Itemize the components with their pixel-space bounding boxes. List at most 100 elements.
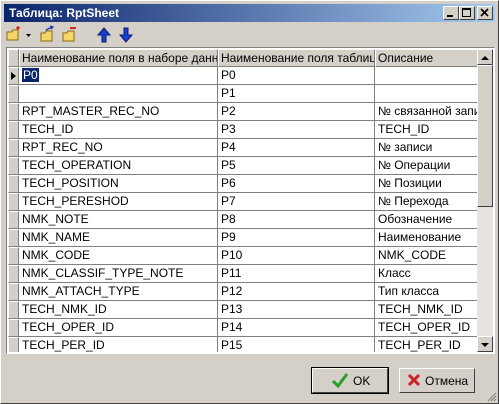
fields-grid[interactable]: Наименование поля в наборе данных Наимен… [6, 47, 495, 354]
cell-dataset-field[interactable] [19, 85, 218, 103]
cell-table-field[interactable]: P8 [218, 211, 375, 229]
cell-table-field[interactable]: P14 [218, 319, 375, 337]
cell-description[interactable]: TECH_ID [375, 121, 480, 139]
row-indicator [8, 121, 19, 139]
cell-dataset-field[interactable]: RPT_REC_NO [19, 139, 218, 157]
cell-dataset-field[interactable]: NMK_NOTE [19, 211, 218, 229]
move-up-icon [96, 27, 112, 43]
toolbar [4, 24, 495, 46]
table-row[interactable]: NMK_NOTE P8 Обозначение [8, 211, 480, 229]
scroll-up-button[interactable] [477, 49, 493, 65]
column-header-description[interactable]: Описание [375, 49, 480, 67]
row-indicator [8, 301, 19, 319]
cell-table-field[interactable]: P4 [218, 139, 375, 157]
cell-description[interactable]: TECH_NMK_ID [375, 301, 480, 319]
maximize-button[interactable] [459, 6, 475, 20]
cell-dataset-field[interactable]: NMK_NAME [19, 229, 218, 247]
cell-table-field[interactable]: P0 [218, 67, 375, 85]
table-row[interactable]: P0 P0 [8, 67, 480, 85]
cell-dataset-field[interactable]: TECH_ID [19, 121, 218, 139]
cancel-x-icon [407, 373, 421, 387]
move-up-button[interactable] [94, 25, 116, 45]
cell-dataset-field[interactable]: NMK_CODE [19, 247, 218, 265]
row-indicator [8, 67, 19, 85]
current-row-arrow-icon [11, 72, 16, 80]
cell-description[interactable] [375, 85, 480, 103]
cell-table-field[interactable]: P15 [218, 337, 375, 352]
scroll-down-arrow-icon [481, 343, 489, 347]
cell-table-field[interactable]: P11 [218, 265, 375, 283]
cell-description[interactable]: № записи [375, 139, 480, 157]
cell-description[interactable]: TECH_OPER_ID [375, 319, 480, 337]
cell-table-field[interactable]: P1 [218, 85, 375, 103]
table-row[interactable]: NMK_CODE P10 NMK_CODE [8, 247, 480, 265]
cell-dataset-field[interactable]: P0 [19, 67, 218, 85]
column-header-table-field[interactable]: Наименование поля таблицы [218, 49, 375, 67]
table-row[interactable]: NMK_ATTACH_TYPE P12 Тип класса [8, 283, 480, 301]
delete-fields-button[interactable] [60, 25, 82, 45]
row-indicator [8, 103, 19, 121]
table-row[interactable]: TECH_ID P3 TECH_ID [8, 121, 480, 139]
table-row[interactable]: TECH_POSITION P6 № Позиции [8, 175, 480, 193]
column-header-dataset-field[interactable]: Наименование поля в наборе данных [19, 49, 218, 67]
scroll-thumb[interactable] [477, 65, 493, 207]
minimize-button[interactable] [443, 6, 459, 20]
title-bar[interactable]: Таблица: RptSheet [4, 4, 495, 22]
table-row[interactable]: NMK_NAME P9 Наименование [8, 229, 480, 247]
cell-table-field[interactable]: P9 [218, 229, 375, 247]
ok-button-label: OK [353, 374, 371, 388]
cancel-button[interactable]: Отмена [399, 368, 475, 393]
cell-description[interactable]: Класс [375, 265, 480, 283]
cell-dataset-field[interactable]: NMK_ATTACH_TYPE [19, 283, 218, 301]
cell-table-field[interactable]: P10 [218, 247, 375, 265]
table-row[interactable]: NMK_CLASSIF_TYPE_NOTE P11 Класс [8, 265, 480, 283]
move-down-button[interactable] [116, 25, 138, 45]
table-row[interactable]: RPT_REC_NO P4 № записи [8, 139, 480, 157]
table-row[interactable]: RPT_MASTER_REC_NO P2 № связанной запи [8, 103, 480, 121]
cell-dataset-field[interactable]: TECH_NMK_ID [19, 301, 218, 319]
table-row[interactable]: TECH_NMK_ID P13 TECH_NMK_ID [8, 301, 480, 319]
cell-table-field[interactable]: P7 [218, 193, 375, 211]
table-row[interactable]: TECH_PERESHOD P7 № Перехода [8, 193, 480, 211]
vertical-scrollbar[interactable] [477, 49, 493, 352]
cell-description[interactable]: № Позиции [375, 175, 480, 193]
cell-dataset-field[interactable]: TECH_POSITION [19, 175, 218, 193]
cell-table-field[interactable]: P12 [218, 283, 375, 301]
copy-fields-button[interactable] [38, 25, 60, 45]
cell-description[interactable]: Наименование [375, 229, 480, 247]
table-row[interactable]: P1 [8, 85, 480, 103]
cell-dataset-field[interactable]: TECH_PER_ID [19, 337, 218, 352]
maximize-icon [462, 8, 471, 17]
cell-dataset-field[interactable]: NMK_CLASSIF_TYPE_NOTE [19, 265, 218, 283]
cell-table-field[interactable]: P13 [218, 301, 375, 319]
add-field-button[interactable] [5, 25, 27, 45]
cell-description[interactable]: Обозначение [375, 211, 480, 229]
cell-dataset-field[interactable]: TECH_OPERATION [19, 157, 218, 175]
cell-description[interactable]: TECH_PER_ID [375, 337, 480, 352]
table-row[interactable]: TECH_OPERATION P5 № Операции [8, 157, 480, 175]
resize-grip-icon[interactable] [485, 390, 497, 402]
cell-description[interactable] [375, 67, 480, 85]
cell-dataset-field[interactable]: TECH_OPER_ID [19, 319, 218, 337]
row-indicator [8, 211, 19, 229]
cell-table-field[interactable]: P5 [218, 157, 375, 175]
cell-table-field[interactable]: P6 [218, 175, 375, 193]
cell-description[interactable]: № связанной запи [375, 103, 480, 121]
cell-description[interactable]: № Операции [375, 157, 480, 175]
cell-description[interactable]: № Перехода [375, 193, 480, 211]
add-dropdown-button[interactable] [25, 25, 33, 45]
cell-description[interactable]: NMK_CODE [375, 247, 480, 265]
close-icon [480, 8, 489, 17]
table-row[interactable]: TECH_PER_ID P15 TECH_PER_ID [8, 337, 480, 352]
cell-table-field[interactable]: P3 [218, 121, 375, 139]
close-button[interactable] [477, 6, 493, 20]
cell-dataset-field[interactable]: TECH_PERESHOD [19, 193, 218, 211]
ok-button[interactable]: OK [311, 367, 389, 394]
row-indicator [8, 175, 19, 193]
dropdown-arrow-icon [26, 34, 31, 37]
cell-description[interactable]: Тип класса [375, 283, 480, 301]
cell-table-field[interactable]: P2 [218, 103, 375, 121]
table-row[interactable]: TECH_OPER_ID P14 TECH_OPER_ID [8, 319, 480, 337]
cell-dataset-field[interactable]: RPT_MASTER_REC_NO [19, 103, 218, 121]
scroll-down-button[interactable] [477, 336, 493, 352]
